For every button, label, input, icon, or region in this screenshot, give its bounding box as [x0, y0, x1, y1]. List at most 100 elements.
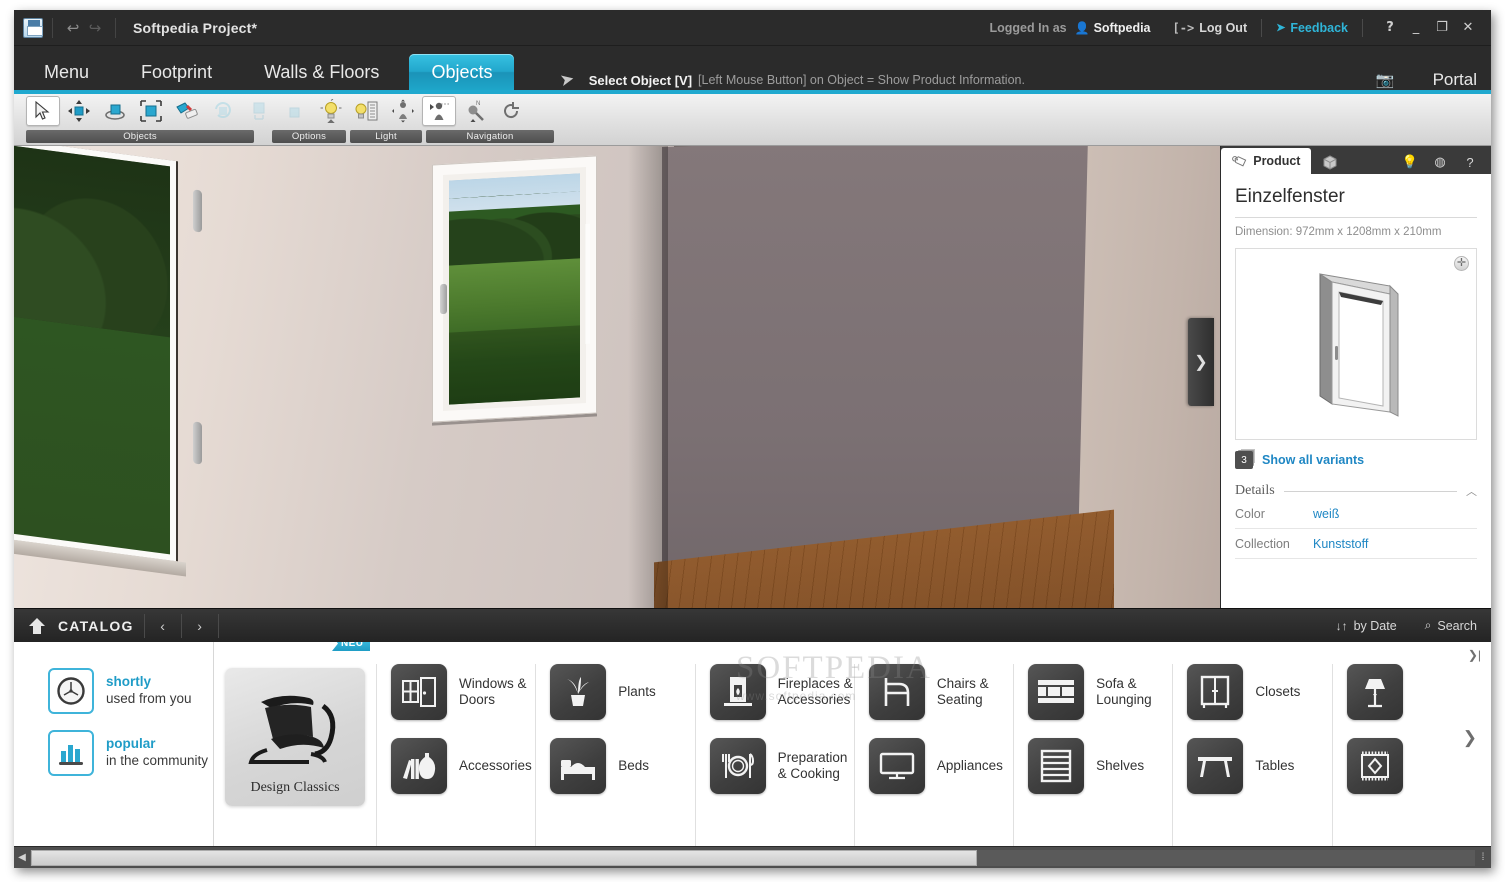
- catalog-prev-icon[interactable]: ‹: [155, 618, 171, 634]
- sort-by-date-button[interactable]: ↓↑ by Date: [1336, 619, 1397, 633]
- duplicate-object-tool: [278, 96, 312, 126]
- viewport-flyout-toggle[interactable]: ❯: [1188, 318, 1214, 406]
- title-bar-right: Logged In as 👤 Softpedia [-> Log Out ➤ F…: [990, 18, 1491, 37]
- redo-icon[interactable]: ↪: [84, 19, 106, 37]
- category-windows-doors[interactable]: Windows & Doors: [391, 664, 535, 720]
- feedback-button[interactable]: ➤ Feedback: [1276, 21, 1348, 35]
- main-tab-bar: Menu Footprint Walls & Floors Objects ➤ …: [14, 46, 1491, 90]
- feedback-label: Feedback: [1290, 20, 1348, 35]
- search-button[interactable]: ⌕ Search: [1425, 618, 1477, 633]
- window-left-object[interactable]: [14, 146, 202, 577]
- scale-object-tool[interactable]: [134, 96, 168, 126]
- scrollbar-track[interactable]: [30, 849, 1475, 866]
- logout-button[interactable]: [-> Log Out: [1173, 21, 1248, 35]
- resize-grip-icon[interactable]: ⁞: [1475, 852, 1491, 863]
- tool-group-light: Light: [350, 130, 422, 143]
- category-plants[interactable]: Plants: [550, 664, 694, 720]
- quick-access-text: popular in the community: [106, 736, 208, 770]
- paint-object-tool[interactable]: [170, 96, 204, 126]
- bed-icon: [550, 738, 607, 794]
- scroll-left-icon[interactable]: ◀: [14, 852, 30, 863]
- user-name: Softpedia: [1093, 20, 1151, 35]
- category-sofa-lounging[interactable]: Sofa & Lounging: [1028, 664, 1172, 720]
- category-tables[interactable]: Tables: [1187, 738, 1331, 794]
- category-chairs-seating[interactable]: Chairs & Seating: [868, 664, 1013, 720]
- close-icon[interactable]: ✕: [1455, 20, 1481, 35]
- zoom-in-icon[interactable]: ✛: [1454, 256, 1469, 271]
- tab-footprint[interactable]: Footprint: [119, 54, 234, 90]
- tab-walls-floors[interactable]: Walls & Floors: [242, 54, 401, 90]
- tab-model[interactable]: [1311, 150, 1349, 174]
- category-label: Preparation & Cooking: [777, 749, 848, 781]
- tab-product[interactable]: 🏷 Product: [1221, 148, 1312, 174]
- home-icon[interactable]: [24, 617, 50, 635]
- window-back-object[interactable]: [432, 155, 597, 423]
- variants-row[interactable]: 3 Show all variants: [1235, 451, 1477, 469]
- save-icon[interactable]: [23, 17, 43, 38]
- category-appliances[interactable]: Appliances: [868, 738, 1013, 794]
- category-column: Plants Beds: [535, 664, 694, 846]
- quick-access-shortly[interactable]: shortly used from you: [48, 668, 213, 714]
- camera-icon[interactable]: 📷: [1376, 71, 1395, 89]
- category-grid: SOFTPEDIA www.softpedia.com Windows & Do…: [376, 642, 1491, 846]
- carpet-icon: [1346, 738, 1403, 794]
- content-row: ❯ 🏷 Product 💡 ◍ ? Einzelfenster Dimensio…: [14, 146, 1491, 608]
- light-bulb-icon[interactable]: 💡: [1395, 154, 1425, 170]
- divider: [115, 17, 116, 38]
- variants-count-badge: 3: [1235, 451, 1253, 469]
- undo-icon[interactable]: ↩: [62, 19, 84, 37]
- move-object-tool[interactable]: [62, 96, 96, 126]
- portal-button[interactable]: Portal: [1433, 70, 1477, 90]
- help-icon[interactable]: ?: [1455, 155, 1485, 170]
- floor-lamp-icon: [1346, 664, 1403, 720]
- logout-label: Log Out: [1199, 20, 1248, 35]
- snap-object-tool: [242, 96, 276, 126]
- category-column: Closets Tables: [1172, 664, 1331, 846]
- featured-tile-design-classics[interactable]: Design Classics: [225, 668, 365, 806]
- category-preparation-cooking[interactable]: Preparation & Cooking: [709, 738, 854, 794]
- orbit-tool[interactable]: N: [458, 96, 492, 126]
- scrollbar-thumb[interactable]: [31, 849, 978, 866]
- minimize-icon[interactable]: _: [1403, 20, 1429, 35]
- category-fireplaces[interactable]: Fireplaces & Accessories: [709, 664, 854, 720]
- tab-menu[interactable]: Menu: [22, 54, 111, 90]
- tab-objects[interactable]: Objects: [409, 54, 515, 90]
- chevron-up-icon[interactable]: ︿: [1466, 483, 1477, 499]
- detail-row-color: Color weiß: [1235, 499, 1477, 529]
- catalog-scroll-right-icon[interactable]: ❯: [1463, 728, 1477, 748]
- user-account[interactable]: 👤 Softpedia: [1075, 21, 1151, 35]
- cursor-arrow-icon: ➤: [558, 68, 577, 91]
- rotate-object-tool[interactable]: [98, 96, 132, 126]
- help-icon[interactable]: ?: [1377, 20, 1403, 35]
- pan-person-tool[interactable]: [422, 96, 456, 126]
- category-beds[interactable]: Beds: [550, 738, 694, 794]
- restore-icon[interactable]: ❐: [1429, 20, 1455, 35]
- horizontal-scrollbar[interactable]: ◀ ⁞: [14, 846, 1491, 868]
- show-all-variants-link[interactable]: Show all variants: [1262, 453, 1364, 467]
- search-icon: ⌕: [1424, 618, 1432, 632]
- 3d-viewport[interactable]: ❯: [14, 146, 1220, 608]
- category-lamps[interactable]: [1346, 664, 1491, 720]
- detail-value[interactable]: Kunststoff: [1313, 537, 1368, 551]
- light-settings-tool[interactable]: [350, 96, 384, 126]
- mode-hint-title: Select Object [V]: [588, 72, 693, 88]
- product-image-box[interactable]: ✛: [1235, 248, 1477, 440]
- category-accessories[interactable]: Accessories: [391, 738, 535, 794]
- reset-view-tool[interactable]: [494, 96, 528, 126]
- light-bulb-tool[interactable]: [314, 96, 348, 126]
- tag-icon: 🏷: [1230, 151, 1250, 171]
- detail-value[interactable]: weiß: [1313, 507, 1339, 521]
- details-header[interactable]: Details ︿: [1235, 483, 1477, 499]
- category-label: Closets: [1255, 683, 1301, 699]
- outdoor-trees: [14, 146, 170, 338]
- category-shelves[interactable]: Shelves: [1028, 738, 1172, 794]
- category-closets[interactable]: Closets: [1187, 664, 1331, 720]
- select-arrow-tool[interactable]: [26, 96, 60, 126]
- window-door-icon: [391, 664, 447, 720]
- quick-access-popular[interactable]: popular in the community: [48, 730, 213, 776]
- category-label: Fireplaces & Accessories: [777, 675, 853, 707]
- globe-icon[interactable]: ◍: [1425, 154, 1455, 170]
- logout-icon: [->: [1172, 20, 1195, 35]
- catalog-next-icon[interactable]: ›: [192, 618, 208, 634]
- walk-person-tool[interactable]: [386, 96, 420, 126]
